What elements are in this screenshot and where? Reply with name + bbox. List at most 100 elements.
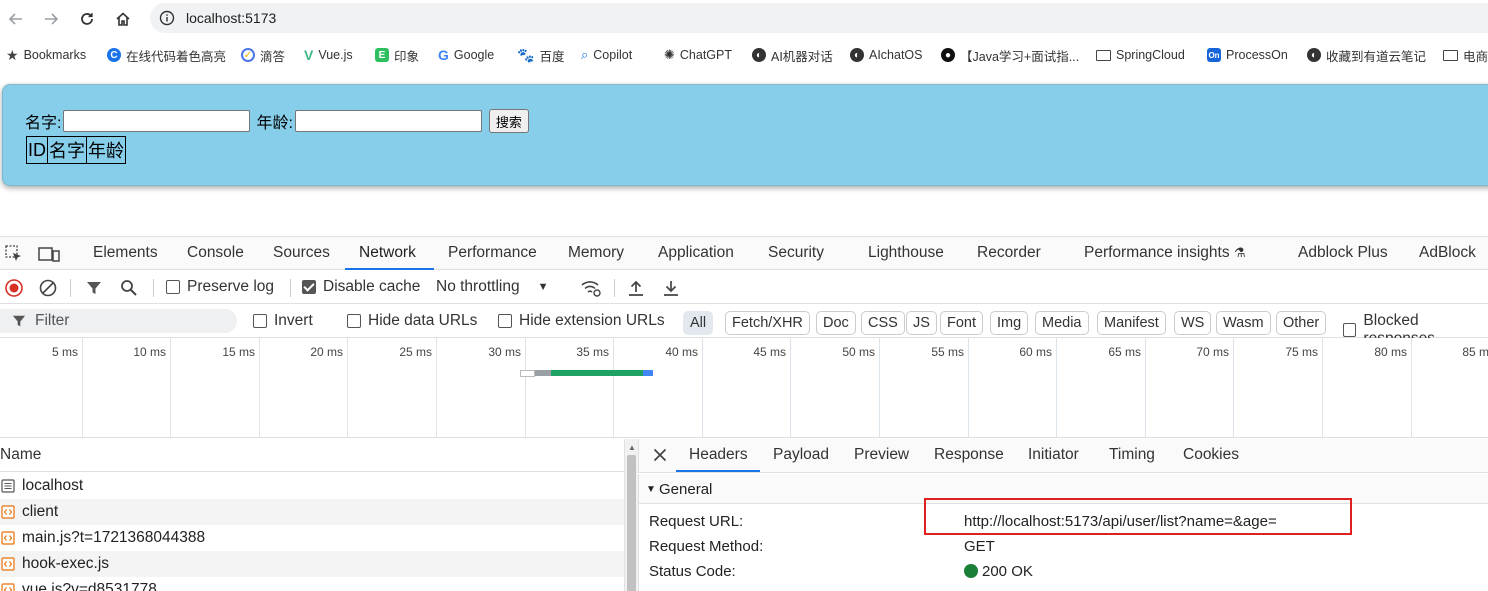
filter-type-media[interactable]: Media (1035, 311, 1089, 335)
timeline-tick-label: 50 ms (842, 345, 875, 359)
filter-type-css[interactable]: CSS (861, 311, 905, 335)
tab-response[interactable]: Response (934, 446, 1004, 464)
age-input[interactable] (294, 110, 482, 132)
upload-icon[interactable] (627, 279, 645, 302)
checkbox-label: Disable cache (323, 278, 421, 295)
inspect-element-icon[interactable] (5, 245, 23, 268)
tab-memory[interactable]: Memory (568, 244, 624, 262)
bookmark-item[interactable]: ✓ 滴答 (241, 46, 285, 64)
bookmark-item[interactable]: ⌕ Copilot (581, 46, 632, 64)
request-row[interactable]: hook-exec.js (0, 551, 624, 577)
bookmark-item[interactable]: ◐ 收藏到有道云笔记 (1307, 46, 1426, 64)
toolbar-divider (290, 279, 291, 297)
timeline-tick-label: 35 ms (576, 345, 609, 359)
filter-type-img[interactable]: Img (990, 311, 1029, 335)
tab-elements[interactable]: Elements (93, 244, 158, 262)
bookmark-item[interactable]: ✺ ChatGPT (664, 46, 732, 64)
bookmark-item[interactable]: 🐾 百度 (517, 46, 564, 64)
hide-data-urls-checkbox[interactable]: Hide data URLs (347, 312, 477, 330)
requests-scrollbar[interactable]: ▲ (624, 439, 638, 591)
tab-sources[interactable]: Sources (273, 244, 330, 262)
filter-type-manifest[interactable]: Manifest (1097, 311, 1166, 335)
download-icon[interactable] (662, 279, 680, 302)
filter-type-font[interactable]: Font (940, 311, 984, 335)
checkbox-label: Hide data URLs (368, 312, 478, 329)
forward-button[interactable] (40, 8, 62, 30)
bookmark-item[interactable]: V Vue.js (304, 46, 353, 64)
bookmark-item[interactable]: On ProcessOn (1207, 46, 1288, 64)
filter-type-doc[interactable]: Doc (816, 311, 856, 335)
tab-lighthouse[interactable]: Lighthouse (868, 244, 944, 262)
preserve-log-checkbox[interactable]: Preserve log (166, 278, 274, 296)
bookmark-item[interactable]: 电商 (1443, 46, 1488, 64)
invert-checkbox[interactable]: Invert (253, 312, 313, 330)
tab-cookies[interactable]: Cookies (1183, 446, 1239, 464)
back-button[interactable] (5, 8, 27, 30)
tab-recorder[interactable]: Recorder (977, 244, 1041, 262)
bookmark-item[interactable]: ● 【Java学习+面试指... (941, 46, 1079, 64)
device-toolbar-icon[interactable] (38, 245, 60, 268)
reload-icon (81, 13, 93, 25)
bookmark-item[interactable]: ★ Bookmarks (6, 46, 86, 64)
bookmark-item[interactable]: G Google (438, 46, 494, 64)
tab-initiator[interactable]: Initiator (1028, 446, 1079, 464)
tab-application[interactable]: Application (658, 244, 734, 262)
request-row[interactable]: client (0, 499, 624, 525)
network-conditions-icon[interactable] (580, 279, 602, 302)
network-filter-bar: Filter Invert Hide data URLs Hide extens… (0, 304, 1488, 347)
table-header-cell: 名字 (47, 136, 87, 164)
filter-type-fetch-xhr[interactable]: Fetch/XHR (725, 311, 810, 335)
record-icon[interactable] (5, 279, 23, 302)
request-row[interactable]: vue.js?v=d8531778 (0, 577, 624, 591)
request-method-row: Request Method: GET (649, 538, 995, 555)
tab-adblock-plus[interactable]: Adblock Plus (1298, 244, 1388, 262)
bookmark-item[interactable]: ◐ AI机器对话 (752, 46, 833, 64)
requests-column-header[interactable]: Name (0, 439, 624, 472)
tab-timing[interactable]: Timing (1109, 446, 1155, 464)
close-icon[interactable] (653, 448, 667, 467)
timeline-gridline (879, 338, 880, 438)
tab-performance[interactable]: Performance (448, 244, 537, 262)
bookmark-item[interactable]: ◐ AIchatOS (850, 46, 923, 64)
bookmark-item[interactable]: E 印象 (375, 46, 419, 64)
search-icon[interactable] (120, 279, 138, 302)
devtools-tabbar: Elements Console Sources Network Perform… (0, 236, 1488, 270)
home-button[interactable] (112, 8, 134, 30)
tab-console[interactable]: Console (187, 244, 244, 262)
tab-performance-insights[interactable]: Performance insights ⚗ (1084, 244, 1246, 262)
site-info-icon[interactable] (159, 10, 175, 31)
tab-preview[interactable]: Preview (854, 446, 909, 464)
reload-button[interactable] (76, 8, 98, 30)
request-row[interactable]: main.js?t=1721368044388 (0, 525, 624, 551)
tab-network[interactable]: Network (359, 244, 416, 262)
script-file-icon (1, 505, 15, 519)
filter-type-all[interactable]: All (683, 311, 714, 335)
hide-extension-urls-checkbox[interactable]: Hide extension URLs (498, 312, 665, 330)
request-row[interactable]: localhost (0, 473, 624, 499)
filter-type-wasm[interactable]: Wasm (1216, 311, 1271, 335)
network-timeline-overview[interactable]: 5 ms 10 ms 15 ms 20 ms 25 ms 30 ms 35 ms 40 ms 4… (0, 338, 1488, 438)
bookmark-label: 滴答 (260, 49, 286, 64)
search-button[interactable]: 搜索 (488, 109, 529, 133)
scroll-up-icon[interactable]: ▲ (628, 443, 636, 452)
tab-headers[interactable]: Headers (689, 446, 748, 464)
filter-type-ws[interactable]: WS (1174, 311, 1212, 335)
tab-payload[interactable]: Payload (773, 446, 829, 464)
throttling-select[interactable]: No throttling ▼ (436, 278, 548, 296)
filter-type-other[interactable]: Other (1276, 311, 1327, 335)
scrollbar-thumb[interactable] (627, 455, 636, 591)
filter-type-js[interactable]: JS (906, 311, 937, 335)
filter-input[interactable]: Filter (0, 309, 237, 333)
table-header-cell: ID (26, 136, 48, 164)
disable-cache-checkbox[interactable]: Disable cache (302, 278, 420, 296)
filter-icon[interactable] (86, 280, 102, 301)
tab-adblock[interactable]: AdBlock (1419, 244, 1476, 262)
bookmark-item[interactable]: SpringCloud (1096, 46, 1185, 64)
name-input[interactable] (63, 110, 251, 132)
toolbar-divider (614, 279, 615, 297)
tab-security[interactable]: Security (768, 244, 824, 262)
bookmark-item[interactable]: C 在线代码着色高亮 (107, 46, 226, 64)
request-name: main.js?t=1721368044388 (22, 529, 206, 546)
clear-icon[interactable] (39, 279, 57, 302)
address-bar[interactable]: localhost:5173 (150, 3, 1488, 33)
